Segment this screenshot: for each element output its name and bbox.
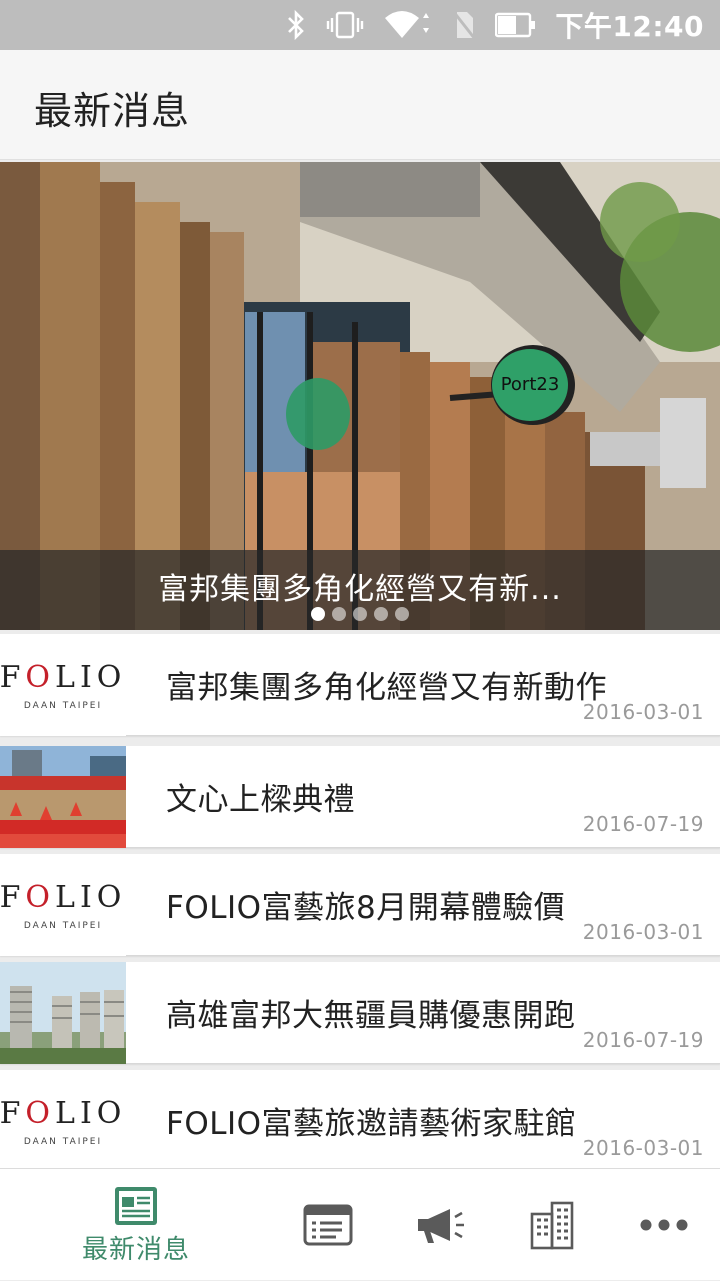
news-date: 2016-07-19 [582, 812, 704, 836]
tab-buildings[interactable] [516, 1169, 588, 1281]
carousel-dot[interactable] [332, 607, 346, 621]
vibrate-icon [327, 11, 364, 39]
no-sim-icon [452, 10, 477, 40]
carousel-dot[interactable] [395, 607, 409, 621]
bottom-tab-bar: 最新消息 [0, 1168, 720, 1280]
news-date: 2016-03-01 [582, 700, 704, 724]
building-icon [530, 1201, 574, 1250]
news-thumbnail [0, 962, 126, 1064]
more-icon [640, 1219, 688, 1231]
carousel-dot[interactable] [311, 607, 325, 621]
battery-icon [495, 12, 536, 38]
tab-announcements[interactable] [404, 1169, 476, 1281]
ceremony-photo [0, 746, 126, 848]
app-bar: 最新消息 [0, 50, 720, 160]
news-title: 文心上樑典禮 [166, 782, 355, 818]
news-date: 2016-03-01 [582, 920, 704, 944]
list-card-icon [303, 1204, 353, 1246]
news-item[interactable]: 高雄富邦大無疆員購優惠開跑 2016-07-19 [0, 962, 720, 1064]
news-title: FOLIO富藝旅邀請藝術家駐館 [166, 1106, 577, 1142]
news-thumbnail: FOLIO DAAN TAIPEI [0, 634, 126, 736]
hero-caption[interactable]: 富邦集團多角化經營又有新... [0, 564, 720, 608]
news-title: 高雄富邦大無疆員購優惠開跑 [166, 998, 576, 1034]
news-date: 2016-03-01 [582, 1136, 704, 1160]
hero-carousel[interactable]: Port23 富邦集團多角化經營又有新... [0, 162, 720, 630]
newspaper-icon [115, 1186, 157, 1225]
status-bar: 下午12:40 [0, 0, 720, 50]
tab-news[interactable]: 最新消息 [78, 1169, 194, 1281]
svg-text:Port23: Port23 [501, 374, 560, 395]
carousel-dot[interactable] [353, 607, 367, 621]
news-thumbnail: FOLIO DAAN TAIPEI [0, 854, 126, 956]
news-thumbnail [0, 746, 126, 848]
news-date: 2016-07-19 [582, 1028, 704, 1052]
wifi-icon [385, 11, 430, 38]
towers-photo [0, 962, 126, 1064]
news-item[interactable]: FOLIO DAAN TAIPEI FOLIO富藝旅邀請藝術家駐館 2016-0… [0, 1070, 720, 1172]
folio-logo: FOLIO DAAN TAIPEI [0, 634, 126, 736]
folio-logo: FOLIO DAAN TAIPEI [0, 854, 126, 956]
tab-list[interactable] [292, 1169, 364, 1281]
news-thumbnail: FOLIO DAAN TAIPEI [0, 1070, 126, 1172]
bluetooth-icon [288, 9, 305, 41]
folio-logo: FOLIO DAAN TAIPEI [0, 1070, 126, 1172]
megaphone-icon [418, 1209, 464, 1243]
tab-news-label: 最新消息 [81, 1234, 190, 1265]
news-item[interactable]: 文心上樑典禮 2016-07-19 [0, 746, 720, 848]
news-item[interactable]: FOLIO DAAN TAIPEI FOLIO富藝旅8月開幕體驗價 2016-0… [0, 854, 720, 956]
carousel-dots [0, 607, 720, 621]
news-title: 富邦集團多角化經營又有新動作 [166, 670, 607, 706]
status-icons: 下午12:40 [285, 0, 704, 50]
news-item[interactable]: FOLIO DAAN TAIPEI 富邦集團多角化經營又有新動作 2016-03… [0, 634, 720, 736]
carousel-dot[interactable] [374, 607, 388, 621]
tab-more[interactable] [628, 1169, 700, 1281]
news-title: FOLIO富藝旅8月開幕體驗價 [166, 890, 566, 926]
page-title: 最新消息 [34, 89, 191, 133]
status-time: 下午12:40 [555, 10, 704, 43]
